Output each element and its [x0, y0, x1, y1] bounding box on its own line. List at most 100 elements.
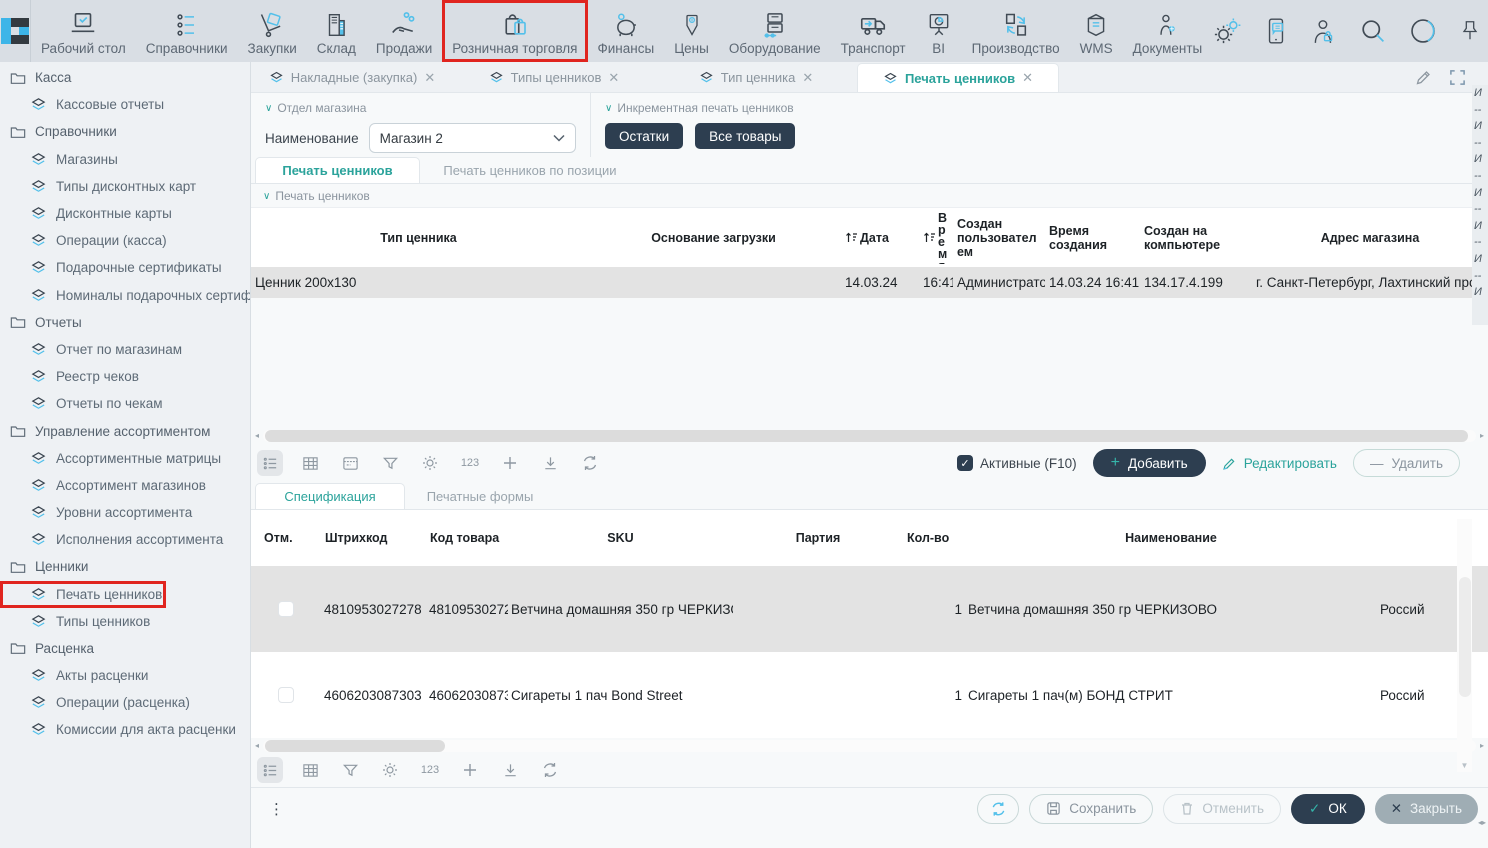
pin-icon[interactable] [1458, 16, 1482, 46]
ok-button[interactable]: ✓ ОК [1291, 794, 1365, 824]
col-address[interactable]: Адрес магазина [1252, 208, 1488, 267]
tab-specification[interactable]: Спецификация [255, 483, 405, 509]
scroll-right-icon[interactable]: ▸ [1476, 431, 1488, 440]
download-icon[interactable] [497, 757, 523, 783]
col-date[interactable]: Дата [841, 208, 919, 267]
col-created-on[interactable]: Создан на компьютере [1140, 208, 1252, 267]
list-view-icon[interactable] [257, 450, 283, 476]
filter-icon[interactable] [377, 450, 403, 476]
sidebar-item-tipy-cennikov[interactable]: Типы ценников [0, 608, 250, 635]
col-created-time[interactable]: Время создания [1045, 208, 1140, 267]
col-mark[interactable]: Отм. [251, 510, 321, 566]
sidebar-item-akty-rascenki[interactable]: Акты расценки [0, 662, 250, 689]
add-button[interactable]: + Добавить [1093, 449, 1206, 477]
tab-nakladnye-zakupka[interactable]: Накладные (закупка) ✕ [251, 63, 453, 92]
spec-row[interactable]: 4810953027278 4810953027278 Ветчина дома… [251, 566, 1488, 652]
settings-gear-icon[interactable] [377, 757, 403, 783]
tab-tipy-cennikov[interactable]: Типы ценников ✕ [453, 63, 655, 92]
sort-asc-icon[interactable] [923, 231, 936, 244]
more-options-icon[interactable]: ⋮ [269, 800, 284, 818]
scroll-right-icon[interactable]: ▸ [1476, 741, 1488, 750]
col-basis[interactable]: Основание загрузки [586, 208, 841, 267]
active-filter-checkbox[interactable]: ✓ Активные (F10) [957, 455, 1077, 471]
col-batch[interactable]: Партия [733, 510, 903, 566]
remainders-button[interactable]: Остатки [605, 123, 683, 149]
sidebar-item-magaziny[interactable]: Магазины [0, 146, 250, 173]
store-section-header[interactable]: ∨ Отдел магазина [265, 101, 576, 115]
nav-equipment[interactable]: Оборудование [719, 0, 831, 62]
sync-icon[interactable] [577, 450, 603, 476]
numbers-icon[interactable]: 123 [457, 450, 483, 476]
nav-warehouse[interactable]: Склад [307, 0, 366, 62]
close-tab-icon[interactable]: ✕ [802, 70, 813, 86]
sidebar-item-assortiment-magazinov[interactable]: Ассортимент магазинов [0, 472, 250, 499]
col-sku[interactable]: SKU [508, 510, 733, 566]
nav-wms[interactable]: WMS [1070, 0, 1123, 62]
sidebar-item-otchety[interactable]: Отчеты [0, 309, 250, 336]
sidebar-item-spravochniki[interactable]: Справочники [0, 118, 250, 145]
sidebar-item-cenniki[interactable]: Ценники [0, 553, 250, 580]
corner-scroll-arrows[interactable]: ◂▸ [1478, 818, 1486, 827]
spec-table-hscrollbar[interactable]: ◂ ▸ [251, 738, 1488, 753]
sidebar-item-ispolneniya-assortimenta[interactable]: Исполнения ассортимента [0, 526, 250, 553]
chat-device-icon[interactable] [1262, 16, 1290, 46]
fullscreen-icon[interactable] [1449, 68, 1466, 86]
grid-view-icon[interactable] [297, 757, 323, 783]
settings-gears-icon[interactable] [1212, 16, 1242, 46]
nav-directories[interactable]: Справочники [136, 0, 238, 62]
close-tab-icon[interactable]: ✕ [608, 70, 619, 86]
tab-pechat-cennikov[interactable]: Печать ценников ✕ [857, 63, 1059, 92]
store-select[interactable]: Магазин 2 [369, 123, 576, 153]
cancel-button[interactable]: Отменить [1163, 794, 1281, 824]
nav-documents[interactable]: Документы [1123, 0, 1213, 62]
download-icon[interactable] [537, 450, 563, 476]
tab-print-labels[interactable]: Печать ценников [255, 157, 420, 183]
close-tab-icon[interactable]: ✕ [1022, 70, 1033, 86]
col-name[interactable]: Наименование [965, 510, 1377, 566]
settings-gear-icon[interactable] [417, 450, 443, 476]
sort-asc-icon[interactable] [845, 231, 858, 244]
sidebar-item-rascenka[interactable]: Расценка [0, 635, 250, 662]
refresh-button[interactable] [977, 794, 1019, 824]
save-button[interactable]: Сохранить [1029, 794, 1153, 824]
col-barcode[interactable]: Штрихкод [321, 510, 426, 566]
price-table-hscrollbar[interactable]: ◂ ▸ [251, 428, 1488, 443]
row-checkbox[interactable] [278, 601, 294, 617]
all-goods-button[interactable]: Все товары [695, 123, 795, 149]
close-tab-icon[interactable]: ✕ [424, 70, 435, 86]
sync-icon[interactable] [537, 757, 563, 783]
sidebar-item-reestr-chekov[interactable]: Реестр чеков [0, 363, 250, 390]
grid-view-icon[interactable] [297, 450, 323, 476]
sidebar-item-nominaly-sertifikatov[interactable]: Номиналы подарочных сертифика [0, 282, 250, 309]
spec-table-vscrollbar[interactable]: ▼ [1457, 519, 1472, 772]
nav-transport[interactable]: Транспорт [831, 0, 916, 62]
spec-row[interactable]: 4606203087303 4606203087303 Сигареты 1 п… [251, 652, 1488, 738]
sidebar-item-podarochnye-sertifikaty[interactable]: Подарочные сертификаты [0, 254, 250, 281]
sidebar-item-otchety-po-chekam[interactable]: Отчеты по чекам [0, 390, 250, 417]
col-qty[interactable]: Кол-во [903, 510, 965, 566]
filter-icon[interactable] [337, 757, 363, 783]
incremental-section-header[interactable]: ∨ Инкрементная печать ценников [605, 101, 795, 115]
scroll-left-icon[interactable]: ◂ [251, 431, 263, 440]
sidebar-item-operacii-rascenka[interactable]: Операции (расценка) [0, 689, 250, 716]
nav-finance[interactable]: Финансы [588, 0, 665, 62]
delete-button[interactable]: — Удалить [1353, 449, 1460, 477]
sidebar-item-otchet-po-magazinam[interactable]: Отчет по магазинам [0, 336, 250, 363]
user-lock-icon[interactable] [1310, 16, 1338, 46]
sidebar-item-tipy-diskontnyh-kart[interactable]: Типы дисконтных карт [0, 173, 250, 200]
sidebar-item-kassa[interactable]: Касса [0, 64, 250, 91]
nav-prices[interactable]: Цены [664, 0, 719, 62]
tab-print-labels-by-position[interactable]: Печать ценников по позиции [420, 157, 640, 183]
sidebar-item-urovni-assortimenta[interactable]: Уровни ассортимента [0, 499, 250, 526]
row-checkbox[interactable] [278, 687, 294, 703]
col-time[interactable]: Время [919, 208, 953, 267]
col-type[interactable]: Тип ценника [251, 208, 586, 267]
tab-tip-cennika[interactable]: Тип ценника ✕ [655, 63, 857, 92]
numbers-icon[interactable]: 123 [417, 757, 443, 783]
edit-button[interactable]: Редактировать [1222, 456, 1337, 471]
app-logo[interactable] [0, 0, 31, 62]
search-icon[interactable] [1358, 16, 1388, 46]
scroll-down-icon[interactable]: ▼ [1457, 761, 1472, 770]
pencil-icon[interactable] [1415, 68, 1433, 86]
col-created-by[interactable]: Создан пользователем [953, 208, 1045, 267]
